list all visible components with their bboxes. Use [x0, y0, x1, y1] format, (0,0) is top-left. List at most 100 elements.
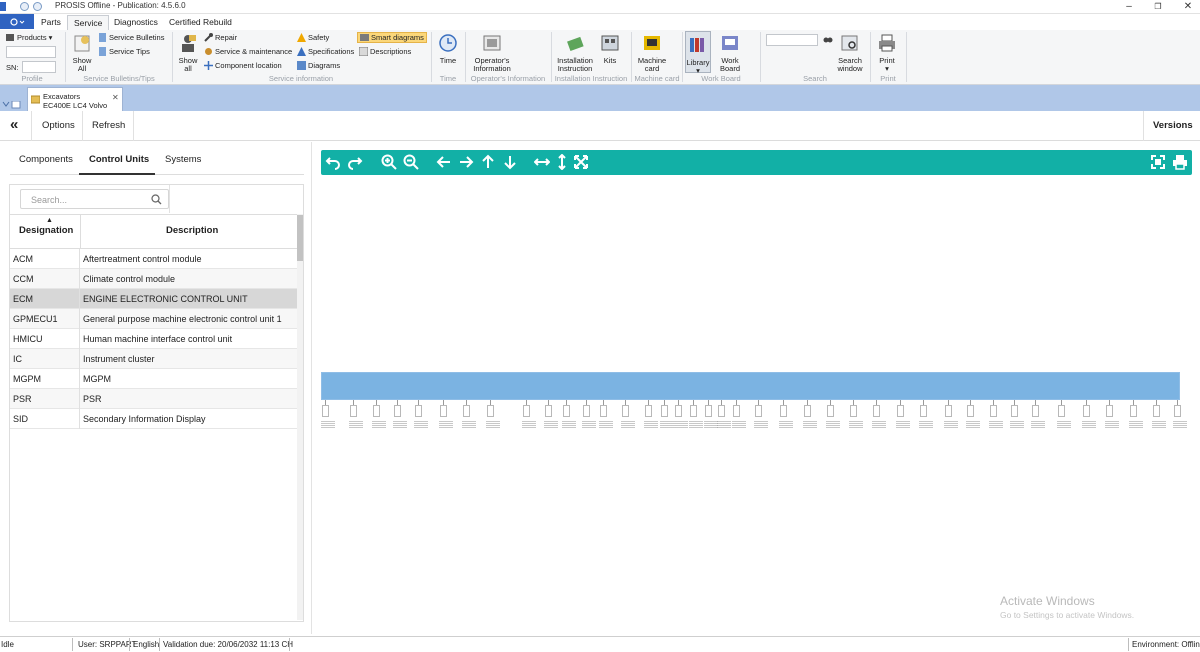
diagram-node[interactable] [850, 405, 857, 417]
specifications-button[interactable]: Specifications [297, 47, 354, 56]
diagram-node[interactable] [523, 405, 530, 417]
product-input[interactable] [6, 46, 56, 58]
tab-components[interactable]: Components [19, 154, 73, 165]
table-row[interactable]: SID Secondary Information Display [10, 409, 298, 429]
diagram-node[interactable] [1058, 405, 1065, 417]
time-button[interactable]: Time [435, 33, 461, 65]
table-row[interactable]: ECM ENGINE ELECTRONIC CONTROL UNIT [10, 289, 298, 309]
diagram-node[interactable] [945, 405, 952, 417]
diagram-node[interactable] [733, 405, 740, 417]
tab-certified-rebuild[interactable]: Certified Rebuild [163, 15, 238, 30]
collapse-panel-button[interactable]: « [10, 111, 18, 141]
diagram-node[interactable] [322, 405, 329, 417]
options-button[interactable]: Options [42, 111, 75, 141]
fit-all-icon[interactable] [573, 154, 589, 170]
diagram-node[interactable] [755, 405, 762, 417]
diagram-node[interactable] [675, 405, 682, 417]
tab-service[interactable]: Service [67, 15, 110, 30]
redo-icon[interactable] [347, 154, 363, 170]
operators-information-button[interactable]: Operator's Information [470, 33, 514, 73]
service-maintenance-button[interactable]: Service & maintenance [204, 47, 292, 56]
diagram-node[interactable] [990, 405, 997, 417]
kits-button[interactable]: Kits [599, 33, 621, 65]
installation-instruction-button[interactable]: Installation Instruction [555, 33, 595, 73]
machine-card-button[interactable]: Machine card [636, 33, 668, 73]
tab-scroll-icon[interactable] [2, 101, 22, 109]
versions-button[interactable]: Versions [1153, 111, 1193, 141]
table-row[interactable]: IC Instrument cluster [10, 349, 298, 369]
smart-diagrams-button[interactable]: Smart diagrams [357, 32, 427, 43]
diagram-node[interactable] [1011, 405, 1018, 417]
diagram-node[interactable] [827, 405, 834, 417]
component-location-button[interactable]: Component location [204, 61, 282, 70]
diagram-node[interactable] [920, 405, 927, 417]
maximize-button[interactable]: ❐ [1146, 0, 1170, 13]
file-menu-button[interactable] [0, 14, 34, 29]
search-window-button[interactable]: Search window [835, 33, 865, 73]
diagram-node[interactable] [563, 405, 570, 417]
pan-left-icon[interactable] [436, 154, 452, 170]
pan-up-icon[interactable] [480, 154, 496, 170]
table-row[interactable]: HMICU Human machine interface control uni… [10, 329, 298, 349]
diagram-node[interactable] [690, 405, 697, 417]
table-row[interactable]: GPMECU1 General purpose machine electroni… [10, 309, 298, 329]
table-row[interactable]: CCM Climate control module [10, 269, 298, 289]
products-dropdown[interactable]: Products ▾ [6, 33, 52, 42]
diagram-node[interactable] [645, 405, 652, 417]
diagram-node[interactable] [1130, 405, 1137, 417]
fit-width-icon[interactable] [534, 154, 550, 170]
fit-height-icon[interactable] [554, 154, 570, 170]
diagram-node[interactable] [1083, 405, 1090, 417]
print-button[interactable]: Print ▾ [874, 33, 900, 73]
designation-header[interactable]: ▲ Designation [10, 214, 80, 249]
diagram-node[interactable] [622, 405, 629, 417]
work-board-button[interactable]: Work Board [716, 33, 744, 73]
diagram-node[interactable] [967, 405, 974, 417]
safety-button[interactable]: Safety [297, 33, 329, 42]
diagram-node[interactable] [705, 405, 712, 417]
binoculars-icon[interactable] [823, 34, 833, 44]
minimize-button[interactable]: – [1117, 0, 1141, 13]
diagram-node[interactable] [583, 405, 590, 417]
descriptions-button[interactable]: Descriptions [359, 47, 411, 56]
forward-icon[interactable] [33, 2, 42, 11]
diagram-node[interactable] [487, 405, 494, 417]
diagram-node[interactable] [718, 405, 725, 417]
ribbon-search-input[interactable] [766, 34, 818, 46]
document-tab-excavators[interactable]: Excavators EC400E LC4 Volvo ✕ [27, 87, 123, 111]
sn-input[interactable] [22, 61, 56, 73]
search-input[interactable]: Search... [20, 189, 169, 209]
service-bulletins-button[interactable]: Service Bulletins [98, 33, 164, 42]
diagram-node[interactable] [350, 405, 357, 417]
table-row[interactable]: PSR PSR [10, 389, 298, 409]
diagram-node[interactable] [440, 405, 447, 417]
repair-button[interactable]: Repair [204, 33, 237, 42]
tab-parts[interactable]: Parts [35, 15, 67, 30]
pan-right-icon[interactable] [458, 154, 474, 170]
diagram-node[interactable] [804, 405, 811, 417]
diagram-node[interactable] [780, 405, 787, 417]
diagram-node[interactable] [1032, 405, 1039, 417]
service-tips-button[interactable]: Service Tips [98, 47, 150, 56]
zoom-in-icon[interactable] [381, 154, 397, 170]
diagram-node[interactable] [897, 405, 904, 417]
zoom-out-icon[interactable] [403, 154, 419, 170]
undo-icon[interactable] [325, 154, 341, 170]
refresh-button[interactable]: Refresh [92, 111, 125, 141]
pan-down-icon[interactable] [502, 154, 518, 170]
close-tab-icon[interactable]: ✕ [112, 93, 119, 102]
description-header[interactable]: Description [80, 214, 298, 249]
tab-systems[interactable]: Systems [165, 154, 201, 165]
diagram-node[interactable] [415, 405, 422, 417]
close-button[interactable]: ✕ [1176, 0, 1200, 13]
bulletins-show-all-button[interactable]: Show All [70, 33, 94, 73]
table-row[interactable]: ACM Aftertreatment control module [10, 249, 298, 269]
print-diagram-icon[interactable] [1172, 154, 1188, 170]
diagram-bus-bar[interactable] [321, 372, 1180, 400]
search-icon[interactable] [151, 194, 162, 205]
table-row[interactable]: MGPM MGPM [10, 369, 298, 389]
vertical-scrollbar[interactable] [297, 214, 303, 620]
diagrams-button[interactable]: Diagrams [297, 61, 340, 70]
back-icon[interactable] [20, 2, 29, 11]
tab-control-units[interactable]: Control Units [89, 154, 149, 165]
